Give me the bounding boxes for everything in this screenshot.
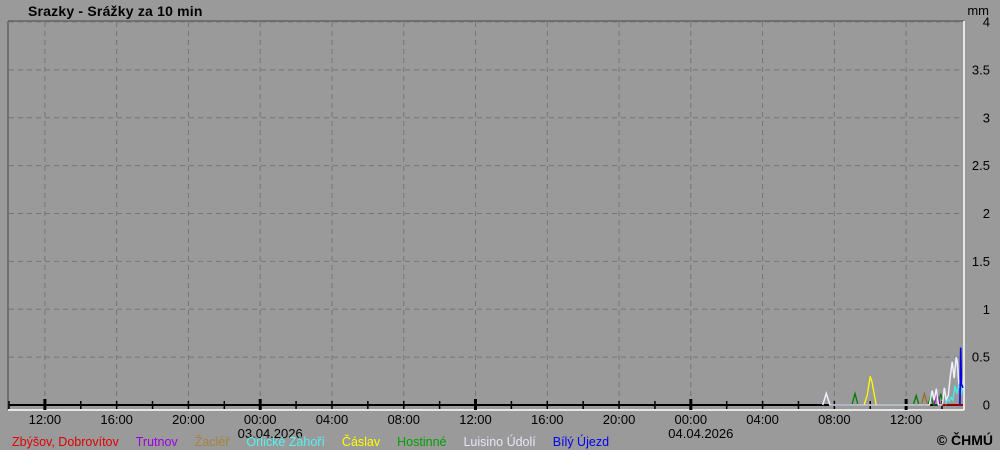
y-axis-unit-label: mm: [967, 3, 989, 18]
x-tick-label: 20:00: [172, 412, 205, 427]
y-tick-label: 3.5: [972, 62, 990, 77]
y-tick-label: 1.5: [972, 254, 990, 269]
x-tick-label: 12:00: [890, 412, 923, 427]
x-date-label: 04.04.2026: [668, 426, 733, 441]
x-tick-label: 08:00: [818, 412, 851, 427]
chart-canvas: 12:00 16:00 20:00 00:00 04:00 08:00 12:00 16:00…: [7, 15, 990, 441]
y-tick-label: 1: [983, 302, 990, 317]
legend-item: Žacléř: [194, 435, 230, 449]
x-tick-label: 16:00: [531, 412, 564, 427]
x-tick-label: 08:00: [387, 412, 420, 427]
y-tick-label: 2: [983, 206, 990, 221]
x-tick-label: 04:00: [746, 412, 779, 427]
y-tick-label: 3: [983, 110, 990, 125]
x-tick-label: 04:00: [316, 412, 349, 427]
legend-item: Zbýšov, Dobrovítov: [12, 435, 119, 449]
legend-item: Bílý Újezd: [552, 435, 610, 449]
x-tick-label: 12:00: [29, 412, 62, 427]
copyright-label: © ČHMÚ: [936, 432, 993, 448]
legend-item: Luisino Údolí: [463, 435, 536, 449]
series-line: [863, 376, 877, 406]
legend-item: Orlické Záhoří: [246, 435, 325, 449]
x-tick-label: 16:00: [100, 412, 133, 427]
series-line: [959, 347, 964, 406]
legend-item: Hostinné: [397, 435, 447, 449]
x-tick-label: 20:00: [603, 412, 636, 427]
station-legend: Zbýšov, Dobrovítov Trutnov Žacléř Orlické Z…: [12, 435, 609, 449]
x-tick-label: 12:00: [459, 412, 492, 427]
precipitation-chart-screen: 12:00 16:00 20:00 00:00 04:00 08:00 12:00 16:00…: [0, 0, 1000, 450]
x-tick-label: 00:00: [675, 412, 708, 427]
series-line: [920, 391, 929, 406]
y-tick-label: 0: [983, 398, 990, 413]
x-tick-label: 00:00: [244, 412, 277, 427]
legend-item: Trutnov: [135, 435, 178, 449]
chart-title: Srazky - Srážky za 10 min: [28, 3, 203, 19]
y-tick-label: 0.5: [972, 350, 990, 365]
y-tick-label: 2.5: [972, 158, 990, 173]
legend-item: Čáslav: [341, 435, 381, 449]
